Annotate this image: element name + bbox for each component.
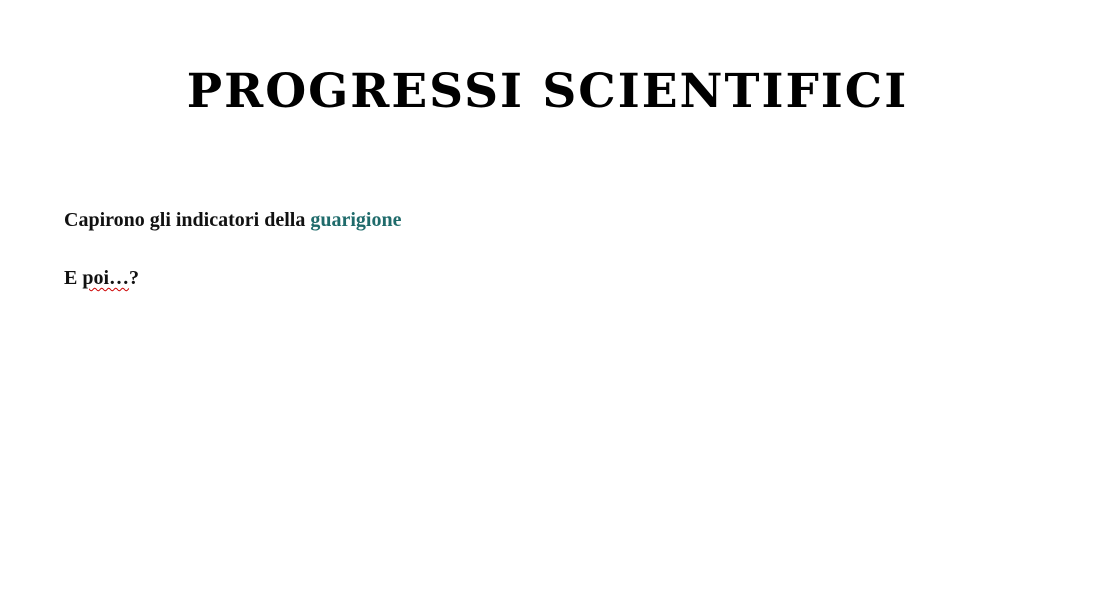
paragraph-indicators-text: Capirono gli indicatori della [64,209,311,231]
paragraph-question-suffix: ? [129,267,140,289]
paragraph-question-prefix: E [64,267,83,289]
paragraph-indicators: Capirono gli indicatori della guarigione [64,208,401,232]
misspelled-word[interactable]: poi… [82,267,129,289]
paragraph-question: E poi…? [64,266,139,290]
highlighted-word: guarigione [310,209,402,231]
document-title: PROGRESSI SCIENTIFICI [186,64,909,119]
document-page: PROGRESSI SCIENTIFICI Capirono gli indic… [0,0,1095,601]
